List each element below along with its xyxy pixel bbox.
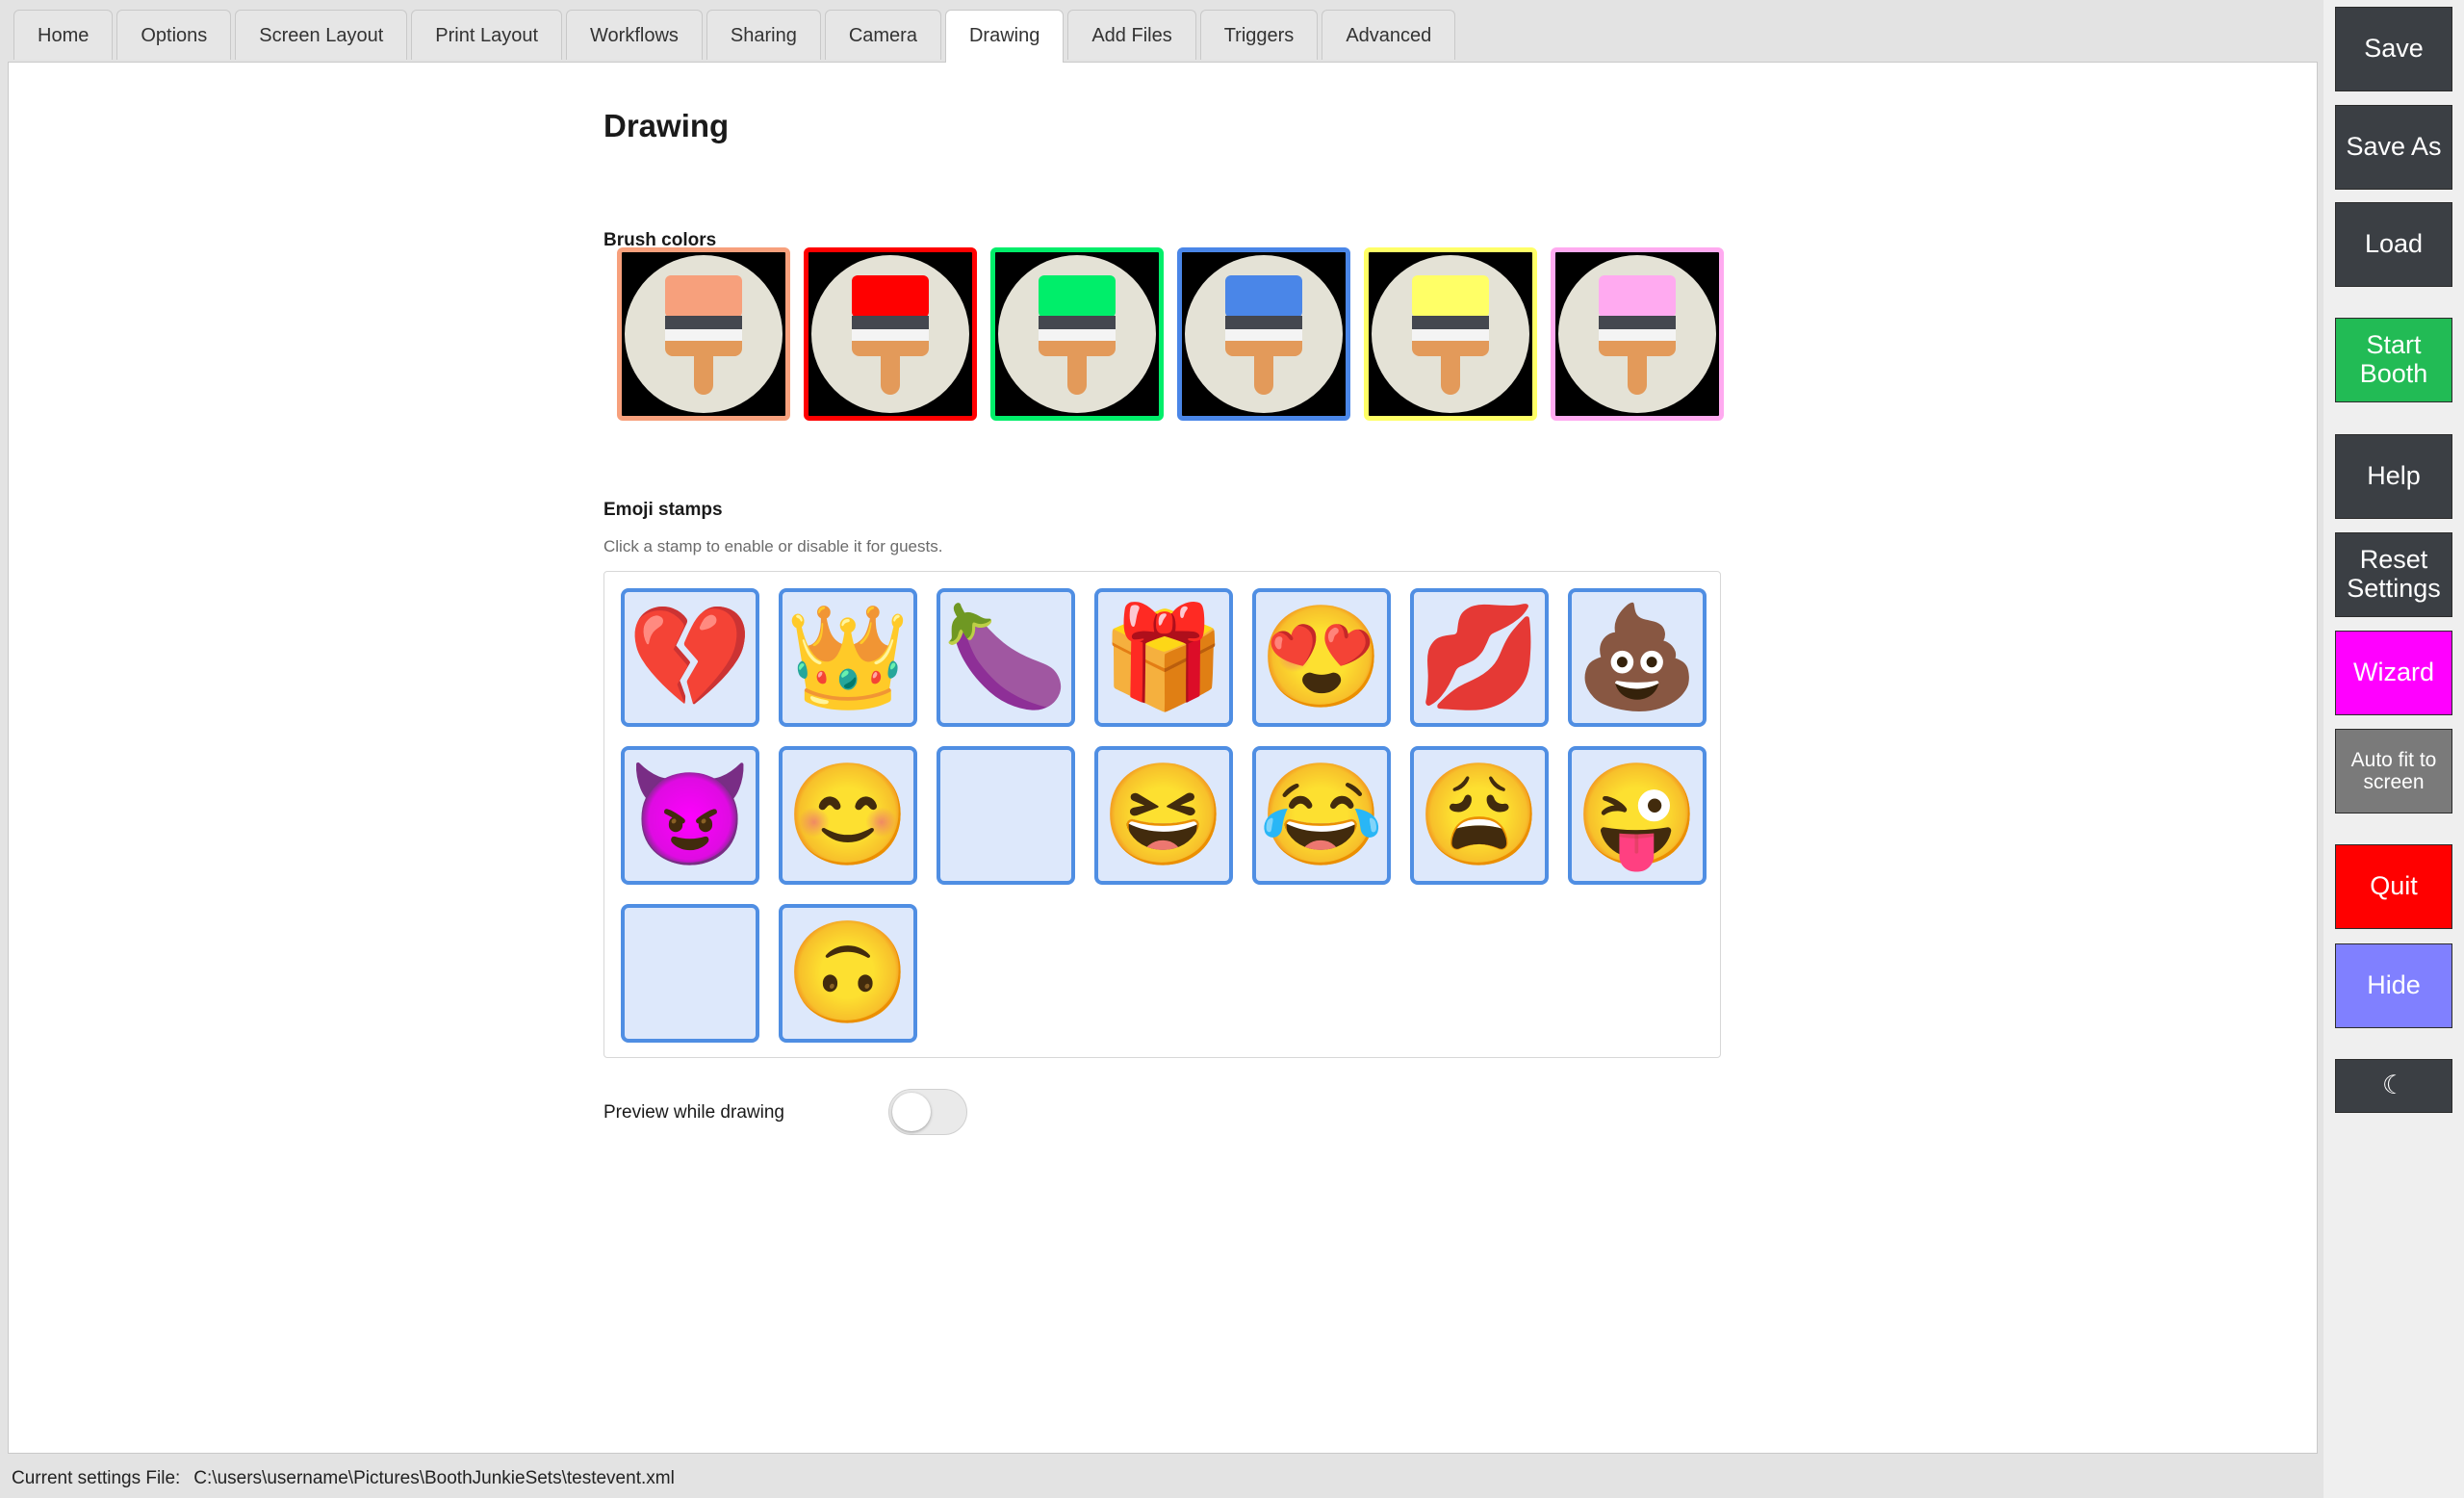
paintbrush-icon: [852, 275, 929, 395]
preview-while-drawing-toggle[interactable]: [888, 1089, 967, 1135]
settings-file-label: Current settings File:: [12, 1468, 181, 1488]
smiling-face-icon: 😊: [785, 760, 911, 871]
brush-icon-background: [1558, 255, 1716, 413]
save-button[interactable]: Save: [2335, 7, 2452, 91]
preview-while-drawing-label: Preview while drawing: [603, 1102, 784, 1123]
brush-icon-background: [998, 255, 1156, 413]
action-sidebar: Save Save As Load Start Booth Help Reset…: [2323, 0, 2464, 1498]
weary-face-icon: 😩: [1417, 760, 1542, 871]
brush-color-swatch[interactable]: [1551, 247, 1724, 421]
brush-color-swatch[interactable]: [1364, 247, 1537, 421]
brush-icon-background: [1372, 255, 1529, 413]
tab-options[interactable]: Options: [116, 10, 232, 60]
emoji-stamp-upside-down-face[interactable]: 🙃: [779, 904, 917, 1043]
emoji-stamp-winking-tongue[interactable]: 😜: [1568, 746, 1707, 885]
hide-button[interactable]: Hide: [2335, 943, 2452, 1028]
emoji-stamp-tears-of-joy[interactable]: 😂: [1252, 746, 1391, 885]
theme-toggle-button[interactable]: ☾: [2335, 1059, 2452, 1113]
winking-tongue-icon: 😜: [1575, 760, 1700, 871]
emoji-stamps-hint: Click a stamp to enable or disable it fo…: [603, 537, 943, 555]
brush-color-swatch[interactable]: [804, 247, 977, 421]
tab-workflows[interactable]: Workflows: [566, 10, 703, 60]
tab-bar: Home Options Screen Layout Print Layout …: [13, 10, 1456, 63]
emoji-stamp-grid: 💔 👑 🍆 🎁 😍 💋 💩 😈 😊 😆 😂 😩 😜 🙃: [621, 588, 1707, 1043]
emoji-stamp-laughing[interactable]: 😆: [1094, 746, 1233, 885]
emoji-stamp-weary-face[interactable]: 😩: [1410, 746, 1549, 885]
brush-color-list: [617, 247, 1724, 421]
load-button[interactable]: Load: [2335, 202, 2452, 287]
tab-drawing[interactable]: Drawing: [944, 10, 1065, 63]
emoji-stamps-label: Emoji stamps: [603, 500, 723, 520]
pile-of-poo-icon: 💩: [1575, 602, 1700, 713]
toggle-knob: [892, 1093, 931, 1131]
tab-sharing[interactable]: Sharing: [706, 10, 821, 60]
tab-advanced[interactable]: Advanced: [1322, 10, 1456, 60]
tab-camera[interactable]: Camera: [824, 10, 941, 60]
brush-icon-background: [625, 255, 783, 413]
drawing-content: Drawing Brush colors Emoji stamps Click …: [603, 101, 1730, 1135]
brush-color-swatch[interactable]: [990, 247, 1164, 421]
emoji-stamp-panel: 💔 👑 🍆 🎁 😍 💋 💩 😈 😊 😆 😂 😩 😜 🙃: [603, 571, 1721, 1058]
emoji-stamp-kiss-mark[interactable]: 💋: [1410, 588, 1549, 727]
tears-of-joy-icon: 😂: [1259, 760, 1384, 871]
help-button[interactable]: Help: [2335, 434, 2452, 519]
broken-heart-icon: 💔: [628, 602, 753, 713]
paintbrush-icon: [1225, 275, 1302, 395]
save-as-button[interactable]: Save As: [2335, 105, 2452, 190]
emoji-stamp-pile-of-poo[interactable]: 💩: [1568, 588, 1707, 727]
emoji-stamp-crown[interactable]: 👑: [779, 588, 917, 727]
laughing-icon: 😆: [1101, 760, 1226, 871]
brush-icon-background: [811, 255, 969, 413]
paintbrush-icon: [665, 275, 742, 395]
tab-add-files[interactable]: Add Files: [1067, 10, 1196, 60]
settings-file-path: C:\users\username\Pictures\BoothJunkieSe…: [193, 1468, 675, 1488]
paintbrush-icon: [1599, 275, 1676, 395]
emoji-stamp-gift[interactable]: 🎁: [1094, 588, 1233, 727]
emoji-stamp-eggplant[interactable]: 🍆: [937, 588, 1075, 727]
moon-icon: ☾: [2381, 1071, 2406, 1100]
status-bar: Current settings File: C:\users\username\…: [12, 1468, 675, 1489]
smiling-devil-icon: 😈: [628, 760, 753, 871]
tab-triggers[interactable]: Triggers: [1199, 10, 1319, 60]
wizard-button[interactable]: Wizard: [2335, 631, 2452, 715]
paintbrush-icon: [1412, 275, 1489, 395]
crown-icon: 👑: [785, 602, 911, 713]
drawing-panel: Drawing Brush colors Emoji stamps Click …: [8, 62, 2318, 1454]
tab-home[interactable]: Home: [13, 10, 114, 60]
upside-down-face-icon: 🙃: [785, 917, 911, 1029]
reset-settings-button[interactable]: Reset Settings: [2335, 532, 2452, 617]
emoji-stamp-empty[interactable]: [621, 904, 759, 1043]
tab-print-layout[interactable]: Print Layout: [411, 10, 563, 60]
start-booth-button[interactable]: Start Booth: [2335, 318, 2452, 402]
brush-color-swatch[interactable]: [1177, 247, 1350, 421]
paintbrush-icon: [1039, 275, 1116, 395]
page-title: Drawing: [603, 108, 730, 143]
tab-screen-layout[interactable]: Screen Layout: [235, 10, 408, 60]
quit-button[interactable]: Quit: [2335, 844, 2452, 929]
emoji-stamp-empty[interactable]: [937, 746, 1075, 885]
heart-eyes-icon: 😍: [1259, 602, 1384, 713]
brush-icon-background: [1185, 255, 1343, 413]
brush-color-swatch[interactable]: [617, 247, 790, 421]
gift-icon: 🎁: [1101, 602, 1226, 713]
auto-fit-button[interactable]: Auto fit to screen: [2335, 729, 2452, 814]
eggplant-icon: 🍆: [943, 602, 1068, 713]
emoji-stamp-smiling-devil[interactable]: 😈: [621, 746, 759, 885]
emoji-stamp-broken-heart[interactable]: 💔: [621, 588, 759, 727]
kiss-mark-icon: 💋: [1417, 602, 1542, 713]
emoji-stamp-heart-eyes[interactable]: 😍: [1252, 588, 1391, 727]
emoji-stamp-smiling-face[interactable]: 😊: [779, 746, 917, 885]
